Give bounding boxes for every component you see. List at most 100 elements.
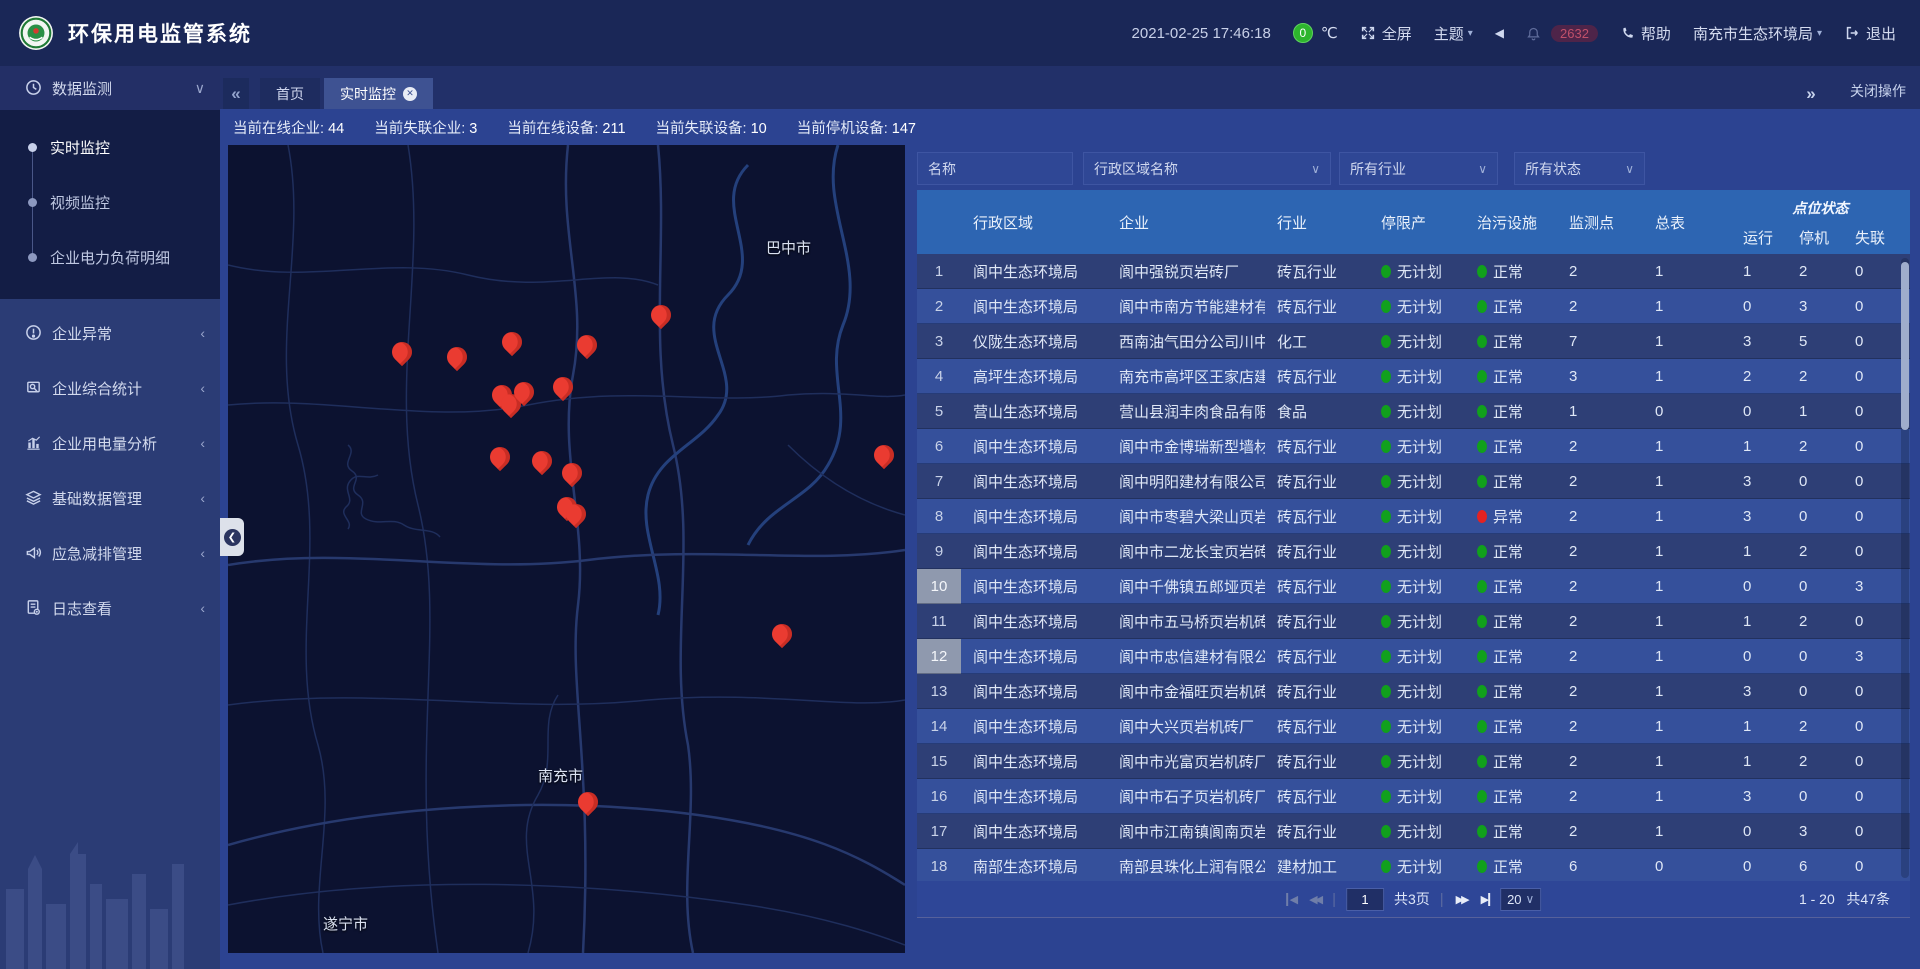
- sidebar-item-enterprise-abnormal[interactable]: 企业异常‹: [0, 311, 220, 355]
- cell-industry: 砖瓦行业: [1265, 289, 1369, 324]
- column-header-stop: 停机: [1787, 220, 1843, 254]
- sidebar-item-label: 基础数据管理: [52, 488, 220, 509]
- last-page-button[interactable]: ▶: [1479, 893, 1490, 906]
- stats-bar: 当前在线企业: 44当前失联企业: 3当前在线设备: 211当前失联设备: 10…: [220, 109, 1920, 145]
- status-dot-ok: [1477, 545, 1487, 558]
- table-row[interactable]: 13阆中生态环境局阆中市金福旺页岩机砖砖瓦行业无计划正常21300: [917, 674, 1910, 709]
- tab-home[interactable]: 首页: [260, 78, 320, 109]
- table-row[interactable]: 11阆中生态环境局阆中市五马桥页岩机砖砖瓦行业无计划正常21120: [917, 604, 1910, 639]
- page-number-input[interactable]: [1346, 888, 1384, 911]
- cell-run: 1: [1731, 604, 1787, 639]
- map-panel[interactable]: 巴中市南充市遂宁市: [228, 145, 905, 953]
- sound-mute-button[interactable]: ◀: [1495, 26, 1504, 40]
- tabs-scroll-left-button[interactable]: «: [223, 78, 249, 109]
- cell-no: 11: [917, 604, 961, 639]
- tabs-scroll-right-button[interactable]: »: [1798, 78, 1824, 109]
- table-row[interactable]: 18南部生态环境局南部县珠化上润有限公建材加工无计划正常60060: [917, 849, 1910, 881]
- sidebar-item-log-view[interactable]: 日志查看‹: [0, 586, 220, 630]
- sidebar-subitem-video-monitor[interactable]: 视频监控: [0, 175, 220, 230]
- help-button[interactable]: 帮助: [1620, 23, 1671, 44]
- chevron-down-icon: ∨: [1311, 162, 1320, 176]
- column-header-points: 监测点: [1557, 190, 1643, 254]
- table-row[interactable]: 5营山生态环境局营山县润丰肉食品有限食品无计划正常10010: [917, 394, 1910, 429]
- cell-points: 2: [1557, 814, 1643, 849]
- table-row[interactable]: 9阆中生态环境局阆中市二龙长宝页岩砖砖瓦行业无计划正常21120: [917, 534, 1910, 569]
- next-page-button[interactable]: ▶▶: [1454, 893, 1469, 906]
- city-label: 遂宁市: [323, 913, 368, 934]
- table-row[interactable]: 16阆中生态环境局阆中市石子页岩机砖厂砖瓦行业无计划正常21300: [917, 779, 1910, 814]
- tab-realtime-monitor[interactable]: 实时监控 ✕: [324, 78, 433, 109]
- cell-stop: 2: [1787, 359, 1843, 394]
- chevron-left-icon: ❮: [224, 529, 241, 546]
- table-row[interactable]: 3仪陇生态环境局西南油气田分公司川中化工无计划正常71350: [917, 324, 1910, 359]
- org-menu[interactable]: 南充市生态环境局 ▾: [1693, 23, 1822, 44]
- cell-company: 南部县珠化上润有限公: [1107, 849, 1265, 881]
- status-dot-ok: [1381, 510, 1391, 523]
- sidebar-item-enterprise-statistics[interactable]: 企业综合统计‹: [0, 366, 220, 410]
- table-row[interactable]: 10阆中生态环境局阆中千佛镇五郎垭页岩砖瓦行业无计划正常21003: [917, 569, 1910, 604]
- app-root: 环保用电监管系统 2021-02-25 17:46:18 0 ℃ 全屏 主题 ▾…: [0, 0, 1920, 969]
- cell-region: 阆中生态环境局: [961, 464, 1107, 499]
- table-row[interactable]: 8阆中生态环境局阆中市枣碧大梁山页岩砖瓦行业无计划异常21300: [917, 499, 1910, 534]
- close-operations-button[interactable]: 关闭操作: [1850, 81, 1906, 101]
- cell-lost: 0: [1843, 359, 1910, 394]
- cell-points: 2: [1557, 464, 1643, 499]
- cell-limit: 无计划: [1369, 289, 1465, 324]
- cell-run: 0: [1731, 639, 1787, 674]
- status-dot-ok: [1477, 860, 1487, 873]
- theme-label: 主题: [1434, 23, 1464, 44]
- table-row[interactable]: 1阆中生态环境局阆中强锐页岩砖厂砖瓦行业无计划正常21120: [917, 254, 1910, 289]
- table-row[interactable]: 12阆中生态环境局阆中市忠信建材有限公砖瓦行业无计划正常21003: [917, 639, 1910, 674]
- first-page-button[interactable]: ◀: [1286, 893, 1297, 906]
- cell-points: 2: [1557, 709, 1643, 744]
- industry-filter-value: 所有行业: [1350, 159, 1478, 179]
- industry-filter-select[interactable]: 所有行业 ∨: [1339, 152, 1498, 185]
- table-row[interactable]: 4高坪生态环境局南充市高坪区王家店建砖瓦行业无计划正常31220: [917, 359, 1910, 394]
- cell-stop: 0: [1787, 569, 1843, 604]
- cell-no: 16: [917, 779, 961, 814]
- search-name-input[interactable]: [928, 161, 1062, 177]
- tab-close-icon[interactable]: ✕: [403, 87, 417, 101]
- sidebar-subitem-power-load-detail[interactable]: 企业电力负荷明细: [0, 230, 220, 285]
- scrollbar-thumb[interactable]: [1901, 262, 1909, 430]
- fullscreen-button[interactable]: 全屏: [1360, 23, 1412, 44]
- chevron-left-icon: ‹: [200, 545, 205, 561]
- page-size-select[interactable]: 20 ∨: [1500, 888, 1541, 911]
- panel-collapse-button[interactable]: ❮: [220, 518, 244, 556]
- status-filter-select[interactable]: 所有状态 ∨: [1514, 152, 1645, 185]
- theme-menu[interactable]: 主题 ▾: [1434, 23, 1473, 44]
- table-row[interactable]: 14阆中生态环境局阆中大兴页岩机砖厂砖瓦行业无计划正常21120: [917, 709, 1910, 744]
- cell-points: 1: [1557, 394, 1643, 429]
- table-row[interactable]: 6阆中生态环境局阆中市金博瑞新型墙材砖瓦行业无计划正常21120: [917, 429, 1910, 464]
- cell-run: 1: [1731, 709, 1787, 744]
- cell-region: 阆中生态环境局: [961, 674, 1107, 709]
- table-row[interactable]: 7阆中生态环境局阆中明阳建材有限公司砖瓦行业无计划正常21300: [917, 464, 1910, 499]
- sidebar-subitem-realtime-monitor[interactable]: 实时监控: [0, 120, 220, 175]
- scrollbar-track: [1901, 258, 1909, 878]
- notification-area[interactable]: 2632: [1526, 25, 1598, 42]
- cell-limit: 无计划: [1369, 499, 1465, 534]
- region-filter-select[interactable]: 行政区域名称 ∨: [1083, 152, 1331, 185]
- sidebar-item-basic-data-management[interactable]: 基础数据管理‹: [0, 476, 220, 520]
- range-value: 1 - 20: [1799, 891, 1835, 907]
- sidebar-item-emergency-reduction[interactable]: 应急减排管理‹: [0, 531, 220, 575]
- previous-page-button[interactable]: ◀◀: [1307, 893, 1322, 906]
- chevron-down-icon: ∨: [1625, 162, 1634, 176]
- status-dot-ok: [1381, 720, 1391, 733]
- cell-lost: 0: [1843, 464, 1910, 499]
- name-filter-field[interactable]: [917, 152, 1073, 185]
- cell-limit: 无计划: [1369, 324, 1465, 359]
- cell-points: 2: [1557, 429, 1643, 464]
- table-row[interactable]: 17阆中生态环境局阆中市江南镇阆南页岩砖瓦行业无计划正常21030: [917, 814, 1910, 849]
- column-header-facility: 治污设施: [1465, 190, 1557, 254]
- chevron-left-icon: ‹: [200, 490, 205, 506]
- cell-lost: 0: [1843, 674, 1910, 709]
- logout-button[interactable]: 退出: [1844, 23, 1896, 44]
- cell-industry: 砖瓦行业: [1265, 779, 1369, 814]
- sidebar-item-power-usage-analysis[interactable]: 企业用电量分析‹: [0, 421, 220, 465]
- cell-no: 6: [917, 429, 961, 464]
- sidebar-item-data-monitor[interactable]: 数据监测∨: [0, 66, 220, 110]
- table-row[interactable]: 2阆中生态环境局阆中市南方节能建材有砖瓦行业无计划正常21030: [917, 289, 1910, 324]
- record-range-label: 1 - 20 共47条: [1799, 889, 1890, 909]
- table-row[interactable]: 15阆中生态环境局阆中市光富页岩机砖厂砖瓦行业无计划正常21120: [917, 744, 1910, 779]
